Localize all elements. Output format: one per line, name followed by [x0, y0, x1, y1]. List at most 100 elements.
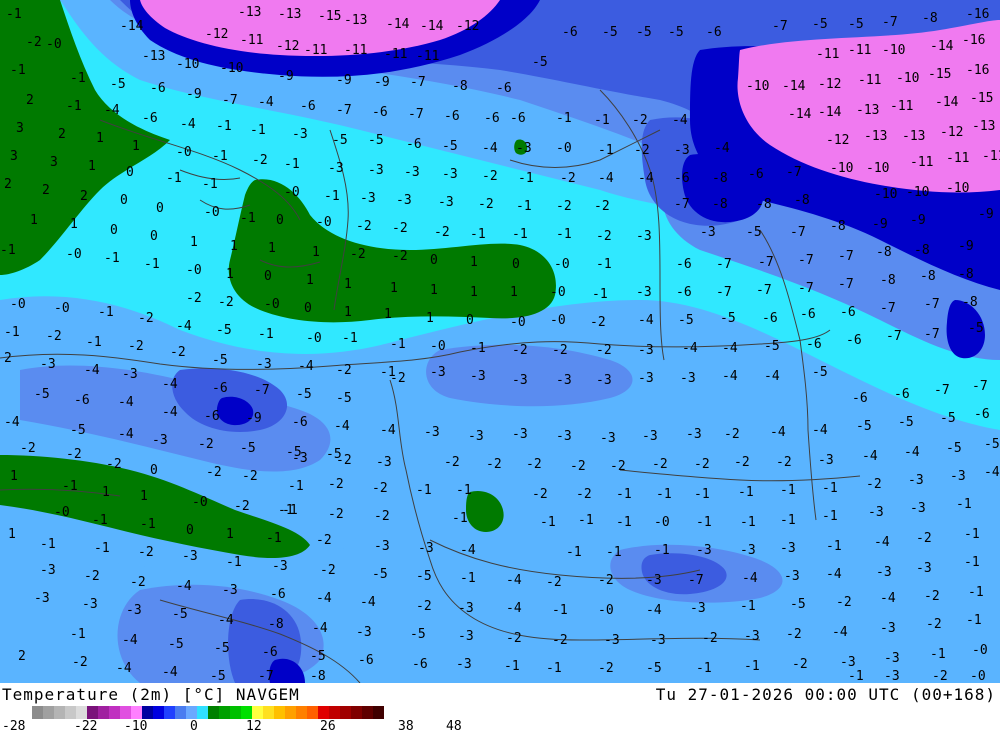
temperature-value: -3 — [292, 127, 308, 142]
temperature-value: -8 — [712, 197, 728, 212]
temperature-value: -6 — [510, 111, 526, 126]
temperature-value: -5 — [940, 411, 956, 426]
temperature-value: -2 — [598, 573, 614, 588]
temperature-value: -6 — [212, 381, 228, 396]
temperature-value: -5 — [332, 133, 348, 148]
temperature-value: -3 — [418, 541, 434, 556]
temperature-value: -2 — [792, 657, 808, 672]
temperature-value: -2 — [374, 509, 390, 524]
temperature-value: -12 — [818, 77, 842, 92]
temperature-value: 1 — [88, 159, 96, 174]
temperature-value: 1 — [226, 527, 234, 542]
temperature-value: -1 — [822, 509, 838, 524]
temperature-value: -13 — [238, 5, 262, 20]
temperature-value: 0 — [120, 193, 128, 208]
temperature-value: -4 — [360, 595, 376, 610]
temperature-value: -10 — [882, 43, 906, 58]
scale-tick-label: -22 — [74, 719, 98, 734]
temperature-value: -3 — [636, 229, 652, 244]
temperature-value: -2 — [206, 465, 222, 480]
scale-swatch — [131, 706, 142, 719]
temperature-value: -1 — [202, 177, 218, 192]
temperature-value: -6 — [800, 307, 816, 322]
temperature-value: -8 — [756, 197, 772, 212]
temperature-value: -4 — [162, 665, 178, 680]
temperature-value: -2 — [486, 457, 502, 472]
temperature-value: -1 — [556, 111, 572, 126]
temperature-value: -12 — [276, 39, 300, 54]
temperature-value: -2 — [444, 455, 460, 470]
temperature-value: -11 — [982, 149, 1000, 164]
temperature-value: -3 — [596, 373, 612, 388]
temperature-value: -6 — [762, 311, 778, 326]
temperature-value: -3 — [650, 633, 666, 648]
temperature-value: 1 — [102, 485, 110, 500]
scale-swatch — [98, 706, 109, 719]
temperature-value: -0 — [316, 215, 332, 230]
temperature-value: -3 — [182, 549, 198, 564]
temperature-value: -0 — [306, 331, 322, 346]
temperature-value: -3 — [780, 541, 796, 556]
temperature-value: -3 — [126, 603, 142, 618]
temperature-value: -4 — [764, 369, 780, 384]
temperature-value: -7 — [716, 285, 732, 300]
temperature-value: -0 — [186, 263, 202, 278]
temperature-value: -5 — [310, 649, 326, 664]
temperature-value: 2 — [80, 189, 88, 204]
temperature-value: -3 — [604, 633, 620, 648]
temperature-value: -3 — [884, 651, 900, 666]
temperature-value: -5 — [984, 437, 1000, 452]
temperature-value: -7 — [258, 669, 274, 683]
temperature-value: -3 — [680, 371, 696, 386]
scale-swatch — [32, 706, 43, 719]
temperature-value: -2 — [186, 291, 202, 306]
temperature-value: -10 — [176, 57, 200, 72]
temperature-value: -0 — [46, 37, 62, 52]
temperature-value: -1 — [598, 143, 614, 158]
temperature-value: -2 — [596, 229, 612, 244]
temperature-value: -7 — [336, 103, 352, 118]
temperature-value: -2 — [20, 441, 36, 456]
temperature-value: -2 — [594, 199, 610, 214]
temperature-value: -3 — [642, 429, 658, 444]
temperature-value: -0 — [550, 285, 566, 300]
temperature-value: -3 — [122, 367, 138, 382]
temperature-value: -1 — [390, 337, 406, 352]
temperature-value: -13 — [864, 129, 888, 144]
scale-swatch — [263, 706, 274, 719]
temperature-value: -3 — [424, 425, 440, 440]
temperature-value: 1 — [344, 277, 352, 292]
temperature-value: -13 — [856, 103, 880, 118]
temperature-value: -4 — [176, 579, 192, 594]
temperature-value: -11 — [910, 155, 934, 170]
temperature-value: -1 — [738, 485, 754, 500]
temperature-value: -5 — [216, 323, 232, 338]
temperature-value: 1 — [10, 469, 18, 484]
temperature-value: -2 — [130, 575, 146, 590]
scale-swatch — [76, 706, 87, 719]
temperature-value: -2 — [570, 459, 586, 474]
temperature-value: -7 — [758, 255, 774, 270]
temperature-value: -7 — [798, 253, 814, 268]
temperature-value: 0 — [276, 213, 284, 228]
temperature-value: 1 — [140, 489, 148, 504]
temperature-value: 1 — [312, 245, 320, 260]
temperature-value: -1 — [656, 487, 672, 502]
temperature-value: -2 — [356, 219, 372, 234]
temperature-value: -3 — [556, 373, 572, 388]
temperature-value: -9 — [872, 217, 888, 232]
temperature-value: -1 — [566, 545, 582, 560]
scale-swatch — [373, 706, 384, 719]
temperature-value: -6 — [444, 109, 460, 124]
temperature-value: -2 — [138, 545, 154, 560]
temperature-value: -2 — [170, 345, 186, 360]
scale-swatch — [329, 706, 340, 719]
temperature-map[interactable]: -14 -13 -13 -15 -13 -14 -14 -12 -12 -11 -12 -11 -11-… — [0, 0, 1000, 683]
temperature-value: 2 — [26, 93, 34, 108]
temperature-value: -1 — [456, 483, 472, 498]
temperature-value: -9 — [958, 239, 974, 254]
scale-swatch — [296, 706, 307, 719]
temperature-value: -2 — [916, 531, 932, 546]
temperature-value: -4 — [180, 117, 196, 132]
temperature-value: -0 — [430, 339, 446, 354]
